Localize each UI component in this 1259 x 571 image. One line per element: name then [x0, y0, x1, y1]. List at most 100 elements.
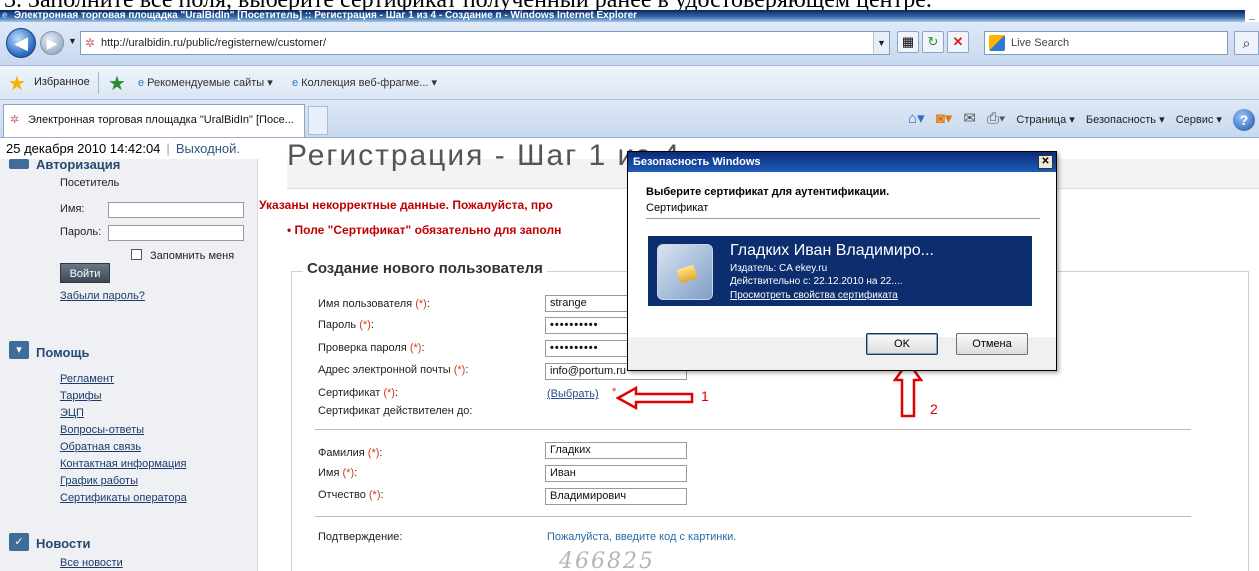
- fav-item-webslices[interactable]: e Коллекция веб-фрагме... ▾: [292, 76, 437, 89]
- tab-bar: ✲ Электронная торговая площадка "UralBid…: [0, 100, 1259, 138]
- login-password-input[interactable]: [108, 225, 244, 241]
- dialog-body: Выберите сертификат для аутентификации. …: [628, 172, 1056, 337]
- fav-item-suggested[interactable]: e Рекомендуемые сайты ▾: [138, 76, 273, 89]
- certificate-validity: Действительно с: 22.12.2010 на 22....: [730, 276, 903, 287]
- fieldset-legend: Создание нового пользователя: [303, 260, 547, 277]
- auth-header: Авторизация: [36, 157, 121, 172]
- search-go-button[interactable]: ⌕: [1234, 31, 1259, 55]
- live-search-input[interactable]: Live Search: [984, 31, 1228, 55]
- back-button[interactable]: ◀: [6, 28, 36, 58]
- visitor-label: Посетитель: [60, 177, 120, 189]
- refresh-icon[interactable]: ↻: [922, 31, 944, 53]
- remember-label: Запомнить меня: [150, 250, 235, 262]
- ie-page-icon: e: [292, 77, 299, 89]
- command-bar: ⌂▾ ◙▾ ✉ ⎙▾ Страница ▾ Безопасность ▾ Сер…: [900, 109, 1255, 132]
- address-dropdown-icon[interactable]: ▼: [873, 32, 889, 54]
- tab-title: Электронная торговая площадка "UralBidIn…: [28, 114, 294, 126]
- help-header: Помощь: [36, 345, 90, 360]
- username-label: Имя пользователя (*):: [318, 298, 430, 310]
- help-link-contacts[interactable]: Контактная информация: [60, 458, 186, 470]
- news-section-icon: ✓: [9, 533, 29, 551]
- firstname-input[interactable]: Иван: [545, 465, 687, 482]
- cancel-button[interactable]: Отмена: [956, 333, 1028, 355]
- help-section-icon: ▾: [9, 341, 29, 359]
- smartcard-icon: [657, 244, 713, 300]
- surname-input[interactable]: Гладких: [545, 442, 687, 459]
- help-link-schedule[interactable]: График работы: [60, 475, 138, 487]
- news-header: Новости: [36, 536, 91, 551]
- patronymic-input[interactable]: Владимирович: [545, 488, 687, 505]
- patronymic-label: Отчество (*):: [318, 489, 384, 501]
- live-search-placeholder: Live Search: [1011, 37, 1070, 49]
- login-button[interactable]: Войти: [60, 263, 110, 283]
- favorites-bar: ★ Избранное ★ e Рекомендуемые сайты ▾ e Ко…: [0, 66, 1259, 100]
- dialog-subtitle: Сертификат: [646, 202, 709, 214]
- help-link-certificates[interactable]: Сертификаты оператора: [60, 492, 187, 504]
- remember-checkbox[interactable]: [131, 249, 142, 260]
- history-dropdown-icon[interactable]: ▼: [68, 36, 77, 46]
- home-icon[interactable]: ⌂▾: [908, 110, 925, 127]
- email-label: Адрес электронной почты (*):: [318, 364, 469, 376]
- day-status: Выходной.: [175, 141, 240, 156]
- fav-item-label: Рекомендуемые сайты ▾: [147, 77, 273, 89]
- fav-item-label: Коллекция веб-фрагме... ▾: [301, 77, 438, 89]
- certificate-name: Гладких Иван Владимиро...: [730, 242, 934, 259]
- certificate-properties-link[interactable]: Просмотреть свойства сертификата: [730, 290, 898, 301]
- add-favorite-icon[interactable]: ★: [108, 71, 126, 96]
- status-divider: |: [166, 141, 170, 156]
- help-link-eds[interactable]: ЭЦП: [60, 407, 84, 419]
- ie-page-icon: e: [138, 77, 145, 89]
- annotation-number-1: 1: [701, 388, 709, 404]
- tab-active[interactable]: ✲ Электронная торговая площадка "UralBid…: [3, 104, 305, 137]
- confirmation-label: Подтверждение:: [318, 531, 403, 543]
- annotation-number-2: 2: [930, 401, 938, 417]
- certificate-pick-link[interactable]: (Выбрать): [547, 388, 599, 400]
- new-tab-button[interactable]: [308, 106, 328, 135]
- captcha-image: 466825: [559, 549, 655, 571]
- password-confirm-label: Проверка пароля (*):: [318, 342, 425, 354]
- feeds-icon[interactable]: ◙▾: [936, 110, 953, 127]
- cmd-page[interactable]: Страница ▾: [1016, 114, 1074, 126]
- firstname-label: Имя (*):: [318, 467, 358, 479]
- smartcard-chip-icon: [676, 264, 698, 284]
- url-text: http://uralbidin.ru/public/registernew/c…: [101, 37, 326, 49]
- surname-label: Фамилия (*):: [318, 447, 383, 459]
- certificate-issuer: Издатель: CA ekey.ru: [730, 263, 828, 274]
- stop-icon[interactable]: ✕: [947, 31, 969, 53]
- dialog-divider: [646, 218, 1040, 219]
- favorites-divider: [98, 72, 99, 94]
- help-link-tariffs[interactable]: Тарифы: [60, 390, 102, 402]
- forgot-password-link[interactable]: Забыли пароль?: [60, 290, 145, 302]
- favorites-star-icon[interactable]: ★: [8, 71, 26, 96]
- certificate-tile[interactable]: Гладких Иван Владимиро... Издатель: CA e…: [648, 236, 1032, 306]
- login-name-label: Имя:: [60, 203, 85, 215]
- favorites-button[interactable]: Избранное: [34, 76, 90, 88]
- help-icon[interactable]: ?: [1233, 109, 1255, 132]
- window-title-bar: e Электронная торговая площадка "UralBid…: [0, 10, 1259, 22]
- dialog-title: Безопасность Windows ✕: [628, 152, 1056, 172]
- cmd-security[interactable]: Безопасность ▾: [1086, 114, 1165, 126]
- address-bar[interactable]: ✲ http://uralbidin.ru/public/registernew…: [80, 31, 890, 55]
- page-title: Регистрация - Шаг 1 из 4: [287, 139, 682, 172]
- live-search-icon: [989, 35, 1005, 51]
- dialog-close-icon[interactable]: ✕: [1038, 155, 1053, 169]
- help-link-feedback[interactable]: Обратная связь: [60, 441, 141, 453]
- print-icon[interactable]: ⎙▾: [987, 110, 1005, 127]
- error-title: Указаны некорректные данные. Пожалуйста,…: [259, 198, 553, 212]
- all-news-link[interactable]: Все новости: [60, 557, 123, 569]
- section-divider: [315, 516, 1191, 517]
- certificate-valid-label: Сертификат действителен до:: [318, 405, 473, 417]
- minimize-button[interactable]: _: [1245, 10, 1259, 22]
- captcha-hint: Пожалуйста, введите код с картинки.: [547, 531, 737, 543]
- cmd-tools[interactable]: Сервис ▾: [1176, 114, 1222, 126]
- forward-button[interactable]: ▶: [40, 31, 64, 55]
- help-link-faq[interactable]: Вопросы-ответы: [60, 424, 144, 436]
- ok-button[interactable]: OK: [866, 333, 938, 355]
- mail-icon[interactable]: ✉: [963, 110, 976, 127]
- compat-view-icon[interactable]: ▦: [897, 31, 919, 53]
- login-name-input[interactable]: [108, 202, 244, 218]
- help-link-reglament[interactable]: Регламент: [60, 373, 114, 385]
- section-divider: [315, 429, 1191, 430]
- login-password-label: Пароль:: [60, 226, 102, 238]
- ie-logo-icon: e: [2, 10, 8, 21]
